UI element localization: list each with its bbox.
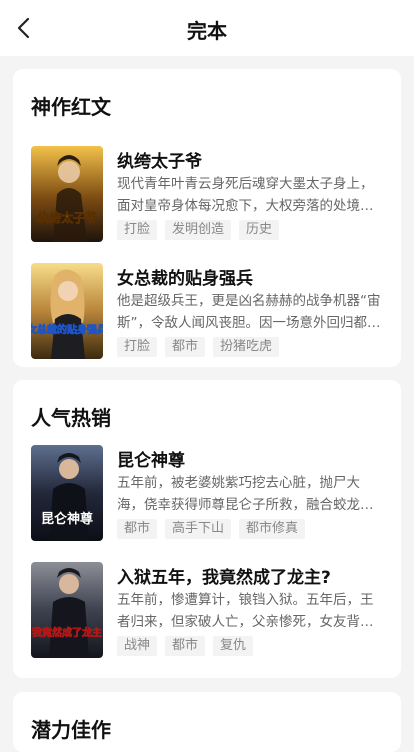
- tag[interactable]: 打脸: [117, 220, 158, 240]
- cover-title: 我竟然成了龙主: [32, 626, 102, 639]
- book-description: 五年前，惨遭算计，锒铛入狱。五年后，王者归来，但家破人亡，父亲惨死，女友背叛……: [117, 592, 374, 630]
- section-shenzuo: 神作红文 纨绔太子爷 纨绔太子爷 现代青年叶青云身死后魂穿大墨太子身上，面对皇帝…: [13, 69, 401, 367]
- book-title: 女总裁的贴身强兵: [117, 269, 253, 289]
- book-cover[interactable]: 我竟然成了龙主: [31, 562, 103, 658]
- tag[interactable]: 打脸: [117, 337, 158, 357]
- page-title: 完本: [187, 19, 227, 43]
- tag[interactable]: 战神: [117, 636, 158, 656]
- book-cover[interactable]: 昆仑神尊: [31, 445, 103, 541]
- tag[interactable]: 都市修真: [239, 519, 306, 539]
- tag[interactable]: 都市: [165, 636, 206, 656]
- book-title: 入狱五年，我竟然成了龙主?: [117, 568, 331, 588]
- book-item[interactable]: 纨绔太子爷 纨绔太子爷 现代青年叶青云身死后魂穿大墨太子身上，面对皇帝身体每况愈…: [31, 146, 383, 242]
- book-cover[interactable]: 女总裁的贴身强兵: [31, 263, 103, 359]
- book-item[interactable]: 女总裁的贴身强兵 女总裁的贴身强兵 他是超级兵王，更是凶名赫赫的战争机器“宙斯”…: [31, 263, 383, 359]
- book-title: 纨绔太子爷: [117, 152, 202, 172]
- section-qianli: 潜力佳作: [13, 692, 401, 752]
- cover-title: 纨绔太子爷: [37, 210, 98, 225]
- cover-title: 昆仑神尊: [41, 511, 93, 527]
- tag[interactable]: 高手下山: [165, 519, 232, 539]
- book-title: 昆仑神尊: [117, 451, 185, 471]
- book-item[interactable]: 我竟然成了龙主 入狱五年，我竟然成了龙主? 五年前，惨遭算计，锒铛入狱。五年后，…: [31, 562, 383, 658]
- section-title: 潜力佳作: [31, 718, 111, 742]
- section-renqi: 人气热销 昆仑神尊 昆仑神尊 五年前，被老婆姚紫巧挖去心脏，抛尸大海，侥幸获得师…: [13, 380, 401, 678]
- tag[interactable]: 历史: [239, 220, 280, 240]
- book-description: 现代青年叶青云身死后魂穿大墨太子身上，面对皇帝身体每况愈下，大权旁落的处境，被迫…: [117, 176, 374, 214]
- tag[interactable]: 发明创造: [165, 220, 232, 240]
- section-title: 神作红文: [31, 95, 111, 119]
- book-description: 他是超级兵王，更是凶名赫赫的战争机器“宙斯”，令敌人闻风丧胆。因一场意外回归都市…: [117, 293, 381, 331]
- section-title: 人气热销: [31, 406, 111, 430]
- tag-list: 都市 高手下山 都市修真: [117, 519, 306, 539]
- top-bar: 完本: [0, 0, 414, 56]
- tag-list: 打脸 都市 扮猪吃虎: [117, 337, 280, 357]
- book-cover[interactable]: 纨绔太子爷: [31, 146, 103, 242]
- book-item[interactable]: 昆仑神尊 昆仑神尊 五年前，被老婆姚紫巧挖去心脏，抛尸大海，侥幸获得师尊昆仑子所…: [31, 445, 383, 541]
- tag-list: 战神 都市 复仇: [117, 636, 254, 656]
- book-description: 五年前，被老婆姚紫巧挖去心脏，抛尸大海，侥幸获得师尊昆仑子所救，融合蛟龙之心……: [117, 475, 374, 513]
- tag-list: 打脸 发明创造 历史: [117, 220, 280, 240]
- tag[interactable]: 都市: [117, 519, 158, 539]
- tag[interactable]: 都市: [165, 337, 206, 357]
- tag[interactable]: 扮猪吃虎: [213, 337, 280, 357]
- cover-title: 女总裁的贴身强兵: [31, 323, 103, 336]
- tag[interactable]: 复仇: [213, 636, 254, 656]
